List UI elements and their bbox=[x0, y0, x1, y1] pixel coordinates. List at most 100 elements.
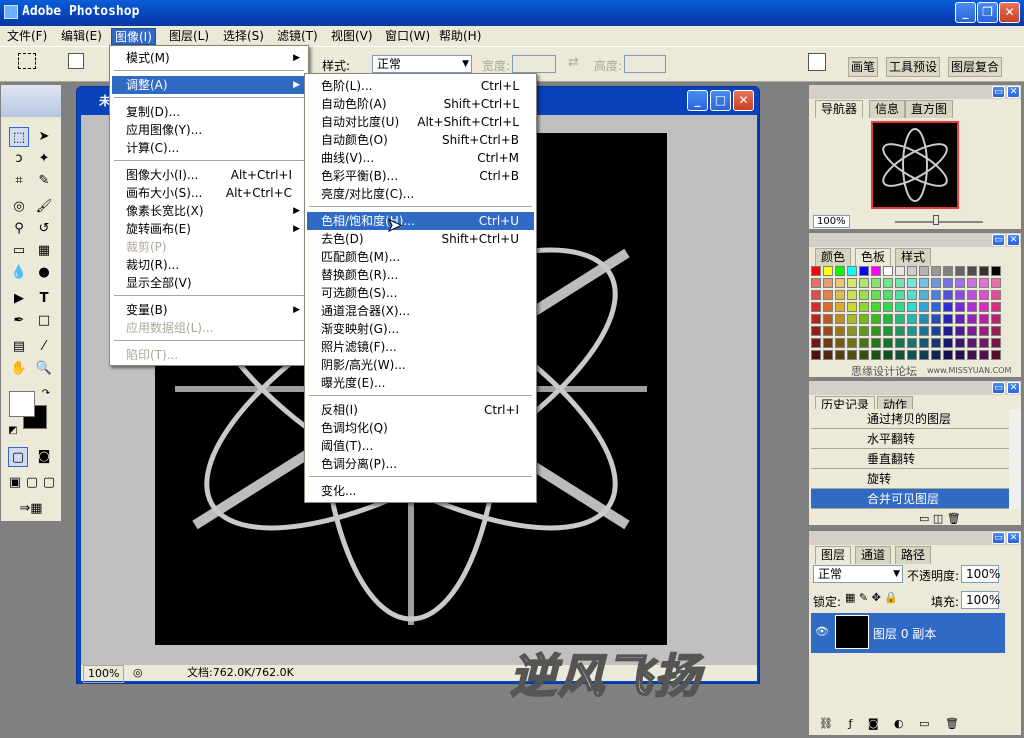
color-swatch[interactable] bbox=[943, 290, 953, 300]
color-swatch[interactable] bbox=[823, 338, 833, 348]
color-swatch[interactable] bbox=[907, 350, 917, 360]
color-swatch[interactable] bbox=[931, 302, 941, 312]
history-scrollbar[interactable] bbox=[1009, 409, 1021, 509]
doc-maximize-button[interactable]: □ bbox=[710, 90, 731, 111]
color-swatch[interactable] bbox=[859, 326, 869, 336]
menu-item-duplicate[interactable]: 复制(D)... bbox=[112, 103, 306, 121]
move-tool-icon[interactable]: ➤ bbox=[34, 127, 54, 147]
color-swatch[interactable] bbox=[811, 266, 821, 276]
menu-item-gradient-map[interactable]: 渐变映射(G)... bbox=[307, 320, 534, 338]
panel-close-icon[interactable]: ✕ bbox=[1007, 382, 1020, 394]
quickmask-mode-icon[interactable]: ◙ bbox=[34, 447, 54, 467]
color-swatch[interactable] bbox=[859, 266, 869, 276]
type-tool-icon[interactable]: T bbox=[34, 289, 54, 309]
blend-mode-select[interactable]: 正常 ▼ bbox=[813, 565, 903, 583]
color-swatch[interactable] bbox=[895, 290, 905, 300]
tab-brushes[interactable]: 画笔 bbox=[848, 57, 879, 77]
tab-color[interactable]: 颜色 bbox=[815, 248, 852, 266]
color-swatch[interactable] bbox=[931, 314, 941, 324]
height-input[interactable] bbox=[624, 55, 666, 73]
color-swatch[interactable] bbox=[979, 290, 989, 300]
menu-item-selective-color[interactable]: 可选颜色(S)... bbox=[307, 284, 534, 302]
tab-swatches[interactable]: 色板 bbox=[855, 248, 892, 266]
panel-close-icon[interactable]: ✕ bbox=[1007, 532, 1020, 544]
color-swatch[interactable] bbox=[883, 290, 893, 300]
default-colors-icon[interactable]: ◩ bbox=[7, 425, 19, 437]
color-swatch[interactable] bbox=[979, 278, 989, 288]
color-swatch[interactable] bbox=[943, 302, 953, 312]
menu-item-image-size[interactable]: 图像大小(I)... Alt+Ctrl+I bbox=[112, 166, 306, 184]
dodge-tool-icon[interactable]: ● bbox=[34, 263, 54, 283]
slice-tool-icon[interactable]: ✎ bbox=[34, 171, 54, 191]
color-swatch[interactable] bbox=[871, 290, 881, 300]
lasso-tool-icon[interactable]: ↄ bbox=[9, 149, 29, 169]
panel-minimize-icon[interactable]: ▭ bbox=[992, 532, 1005, 544]
history-item[interactable]: 通过拷贝的图层 bbox=[811, 409, 1009, 429]
tab-info[interactable]: 信息 bbox=[869, 100, 906, 118]
color-swatch[interactable] bbox=[871, 266, 881, 276]
tab-tool-presets[interactable]: 工具预设 bbox=[886, 57, 941, 77]
color-swatch[interactable] bbox=[943, 266, 953, 276]
history-item-selected[interactable]: 合并可见图层 bbox=[811, 489, 1009, 509]
tab-paths[interactable]: 路径 bbox=[895, 546, 932, 564]
color-swatch[interactable] bbox=[979, 326, 989, 336]
menu-window[interactable]: 窗口(W) bbox=[382, 28, 433, 45]
color-swatch[interactable] bbox=[943, 350, 953, 360]
color-swatch[interactable] bbox=[919, 350, 929, 360]
color-swatch[interactable] bbox=[847, 302, 857, 312]
minimize-button[interactable]: _ bbox=[955, 2, 976, 23]
color-swatch[interactable] bbox=[919, 326, 929, 336]
menu-item-calculations[interactable]: 计算(C)... bbox=[112, 139, 306, 157]
menu-item-variables[interactable]: 变量(B) ▶ bbox=[112, 301, 306, 319]
width-input[interactable] bbox=[512, 55, 556, 73]
menu-item-channel-mixer[interactable]: 通道混合器(X)... bbox=[307, 302, 534, 320]
color-swatch[interactable] bbox=[907, 302, 917, 312]
color-swatch[interactable] bbox=[919, 338, 929, 348]
color-swatch[interactable] bbox=[979, 266, 989, 276]
history-footer-icons[interactable]: ▭ ◫ 🗑 bbox=[919, 512, 961, 525]
color-swatch[interactable] bbox=[859, 302, 869, 312]
color-swatch[interactable] bbox=[931, 326, 941, 336]
color-swatch[interactable] bbox=[955, 266, 965, 276]
tab-layers[interactable]: 图层 bbox=[815, 546, 852, 564]
notes-tool-icon[interactable]: ▤ bbox=[9, 337, 29, 357]
color-swatch[interactable] bbox=[835, 338, 845, 348]
status-icon[interactable]: ◎ bbox=[133, 665, 143, 681]
color-swatch[interactable] bbox=[991, 326, 1001, 336]
color-swatch[interactable] bbox=[955, 314, 965, 324]
swap-colors-icon[interactable]: ↷ bbox=[39, 387, 53, 401]
shape-tool-icon[interactable]: □ bbox=[34, 311, 54, 331]
color-swatch[interactable] bbox=[895, 350, 905, 360]
color-swatch[interactable] bbox=[919, 278, 929, 288]
navigator-zoom[interactable]: 100% bbox=[813, 215, 850, 228]
color-swatch[interactable] bbox=[955, 338, 965, 348]
color-swatch[interactable] bbox=[943, 338, 953, 348]
color-swatch[interactable] bbox=[931, 350, 941, 360]
color-swatch[interactable] bbox=[979, 350, 989, 360]
color-swatch[interactable] bbox=[895, 314, 905, 324]
eraser-tool-icon[interactable]: ▭ bbox=[9, 241, 29, 261]
color-swatch[interactable] bbox=[955, 350, 965, 360]
tab-navigator[interactable]: 导航器 bbox=[815, 100, 864, 118]
color-swatch[interactable] bbox=[967, 326, 977, 336]
layer-row[interactable]: 👁 图层 0 副本 bbox=[811, 613, 1005, 653]
color-swatch[interactable] bbox=[895, 266, 905, 276]
menu-item-posterize[interactable]: 色调分离(P)... bbox=[307, 455, 534, 473]
menu-item-match-color[interactable]: 匹配颜色(M)... bbox=[307, 248, 534, 266]
swap-icon[interactable]: ⇄ bbox=[568, 55, 579, 70]
menu-item-canvas-size[interactable]: 画布大小(S)... Alt+Ctrl+C bbox=[112, 184, 306, 202]
menu-item-auto-levels[interactable]: 自动色阶(A) Shift+Ctrl+L bbox=[307, 95, 534, 113]
marquee-tool-icon[interactable]: ⬚ bbox=[9, 127, 29, 147]
lock-icons[interactable]: ▦ ✎ ✥ 🔒 bbox=[845, 591, 898, 604]
screen-mode-full-icon[interactable]: ▢ bbox=[39, 473, 59, 493]
color-swatch[interactable] bbox=[847, 326, 857, 336]
panel-minimize-icon[interactable]: ▭ bbox=[992, 86, 1005, 98]
color-swatch[interactable] bbox=[931, 278, 941, 288]
color-swatch[interactable] bbox=[979, 314, 989, 324]
zoom-level[interactable]: 100% bbox=[83, 665, 125, 683]
color-swatch[interactable] bbox=[835, 350, 845, 360]
color-swatch[interactable] bbox=[919, 266, 929, 276]
color-swatch[interactable] bbox=[811, 314, 821, 324]
menu-item-hue-saturation[interactable]: 色相/饱和度(H)... Ctrl+U bbox=[307, 212, 534, 230]
color-swatch[interactable] bbox=[811, 338, 821, 348]
